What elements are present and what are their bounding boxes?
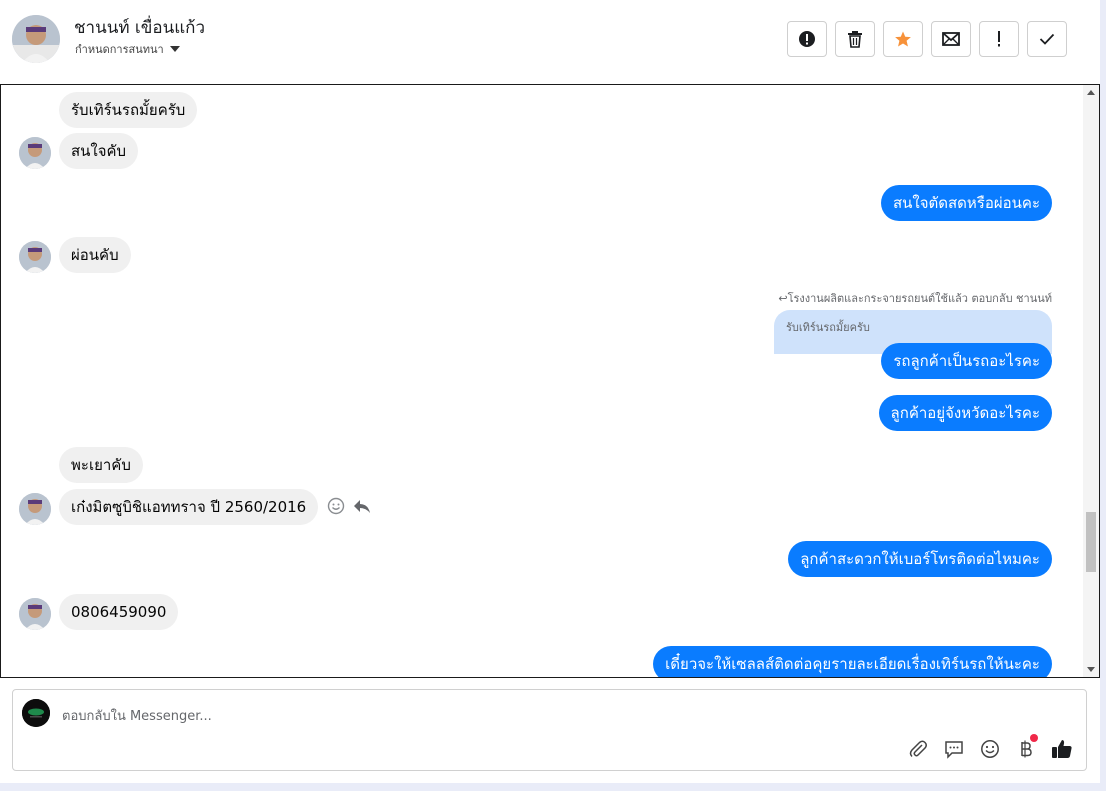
conversation-header: ชานนท์ เขื่อนแก้ว กำหนดการสนทนา	[0, 0, 1100, 80]
follow-up-button[interactable]	[979, 21, 1019, 57]
reply-context-note: ↩โรงงานผลิตและกระจายรถยนต์ใช้แล้ว ตอบกลั…	[778, 289, 1052, 307]
outgoing-message[interactable]: รถลูกค้าเป็นรถอะไรคะ	[881, 343, 1052, 379]
emoji-button[interactable]	[978, 737, 1002, 761]
outgoing-message[interactable]: สนใจตัดสดหรือผ่อนคะ	[881, 185, 1052, 221]
incoming-message[interactable]: รับเทิร์นรถมั้ยครับ	[59, 92, 198, 128]
page-avatar	[22, 699, 50, 727]
paperclip-icon	[909, 740, 927, 758]
saved-replies-icon	[945, 741, 963, 759]
contact-avatar[interactable]	[12, 15, 60, 63]
contact-avatar-small[interactable]	[19, 493, 51, 525]
payment-button[interactable]	[1014, 734, 1038, 761]
composer-tools	[906, 734, 1074, 761]
star-button[interactable]	[883, 21, 923, 57]
conversation-actions	[787, 21, 1067, 57]
contact-name[interactable]: ชานนท์ เขื่อนแก้ว	[74, 14, 205, 41]
thumbs-up-icon	[1052, 740, 1072, 758]
caret-down-icon	[169, 46, 180, 52]
incoming-message[interactable]: สนใจคับ	[59, 133, 139, 169]
report-spam-button[interactable]	[787, 21, 827, 57]
reply-icon[interactable]	[353, 498, 371, 514]
scroll-thumb[interactable]	[1086, 512, 1096, 572]
star-icon	[895, 31, 911, 47]
label-dropdown-text: กำหนดการสนทนา	[75, 43, 164, 56]
inbox-page: ชานนท์ เขื่อนแก้ว กำหนดการสนทนา รับเทิร์…	[0, 0, 1100, 783]
contact-avatar-small[interactable]	[19, 241, 51, 273]
reply-arrow-icon: ↩	[778, 292, 788, 305]
incoming-message[interactable]: ผ่อนคับ	[59, 237, 131, 273]
react-emoji-icon[interactable]	[327, 497, 345, 515]
outgoing-message[interactable]: ลูกค้าอยู่จังหวัดอะไรคะ	[878, 395, 1052, 431]
envelope-icon	[942, 32, 960, 46]
contact-avatar-small[interactable]	[19, 598, 51, 630]
thread-scrollbar[interactable]	[1083, 85, 1099, 677]
reply-input[interactable]: ตอบกลับใน Messenger...	[62, 705, 212, 726]
exclamation-icon	[998, 31, 1000, 47]
scroll-up-arrow[interactable]	[1087, 90, 1095, 95]
conversation-label-dropdown[interactable]: กำหนดการสนทนา	[75, 40, 180, 58]
reply-composer[interactable]: ตอบกลับใน Messenger...	[12, 689, 1087, 771]
send-like-button[interactable]	[1050, 737, 1074, 761]
scroll-down-arrow[interactable]	[1087, 667, 1095, 672]
check-icon	[1039, 33, 1055, 45]
baht-payment-icon	[1021, 740, 1032, 758]
message-thread[interactable]: รับเทิร์นรถมั้ยครับ สนใจคับ สนใจตัดสดหรื…	[0, 84, 1100, 678]
emoji-icon	[981, 740, 999, 758]
incoming-message[interactable]: 0806459090	[59, 594, 179, 630]
delete-button[interactable]	[835, 21, 875, 57]
trash-icon	[848, 31, 862, 48]
notification-dot	[1030, 734, 1038, 742]
mark-done-button[interactable]	[1027, 21, 1067, 57]
incoming-message[interactable]: พะเยาคับ	[59, 447, 143, 483]
incoming-message[interactable]: เก๋งมิตซูบิชิแอททราจ ปี 2560/2016	[59, 489, 319, 525]
message-hover-actions	[327, 497, 371, 515]
outgoing-message[interactable]: ลูกค้าสะดวกให้เบอร์โทรติดต่อไหมคะ	[788, 541, 1052, 577]
attach-file-button[interactable]	[906, 737, 930, 761]
outgoing-message[interactable]: เดี๋ยวจะให้เซลลส์ติดต่อคุยรายละเอียดเรื่…	[653, 646, 1052, 677]
reply-note-text: โรงงานผลิตและกระจายรถยนต์ใช้แล้ว ตอบกลับ…	[787, 292, 1052, 305]
saved-replies-button[interactable]	[942, 737, 966, 761]
alert-circle-icon	[799, 31, 815, 47]
mark-unread-button[interactable]	[931, 21, 971, 57]
contact-avatar-small[interactable]	[19, 137, 51, 169]
